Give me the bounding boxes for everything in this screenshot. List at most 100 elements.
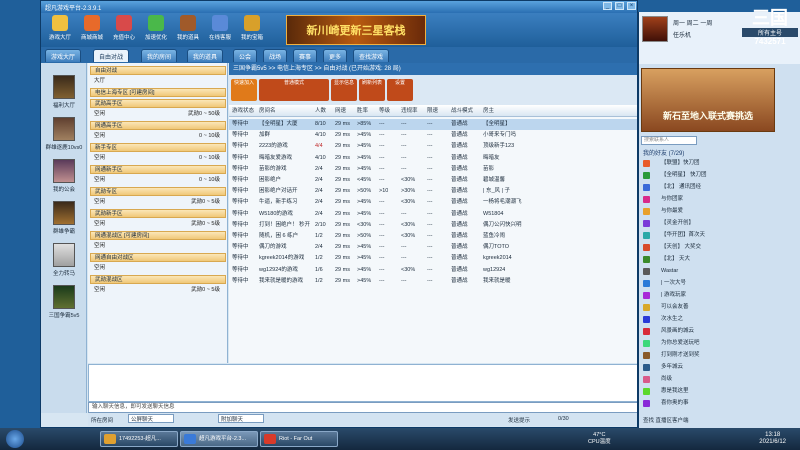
- system-clock[interactable]: 13:18 2021/6/12: [759, 432, 786, 446]
- left-item-qunxiong[interactable]: 群雄逐鹿10vs0: [44, 117, 84, 151]
- zone-header[interactable]: 新手专区: [90, 143, 226, 152]
- left-item-guild[interactable]: 我的公会: [44, 159, 84, 193]
- toolbar-button-recharge[interactable]: 充值中心: [111, 15, 137, 45]
- table-row[interactable]: 等待中 苗影的游戏 2/4 29 ms >45% --- --- --- 普通战 苗影: [229, 164, 637, 175]
- friend-item[interactable]: 可以会友善: [641, 302, 797, 313]
- maximize-button[interactable]: □: [615, 2, 624, 10]
- toolbar-button-chest[interactable]: 我的宝箱: [239, 15, 265, 45]
- friend-item[interactable]: 【天创】 大奖交: [641, 242, 797, 253]
- tab-free-battle[interactable]: 自由对战: [93, 49, 130, 62]
- close-button[interactable]: ×: [627, 2, 636, 10]
- friend-item[interactable]: 打到刚才送到奖: [641, 350, 797, 361]
- friend-item[interactable]: 【北】 通讯团经: [641, 182, 797, 193]
- left-item-welfare[interactable]: 福利大厅: [44, 75, 84, 109]
- table-row[interactable]: 等待中 我来就是暖的游戏 1/2 29 ms >45% --- --- --- 普通战 我来就是暖: [229, 276, 637, 287]
- toolbar-button-boost[interactable]: 加速优化: [143, 15, 169, 45]
- tab-lobby[interactable]: 游戏大厅: [45, 49, 82, 62]
- table-row[interactable]: 等待中 加群 4/10 29 ms >45% --- --- --- 普通战 小哥来专门吗: [229, 130, 637, 141]
- task-app-1[interactable]: 17492253-超凡...: [100, 431, 178, 447]
- zone-header[interactable]: 网通高手区: [90, 121, 226, 130]
- friend-item[interactable]: 【全明星】 快刀团: [641, 170, 797, 181]
- ad-banner[interactable]: 新石至地入联式赛挑选: [641, 68, 775, 132]
- zone-room[interactable]: 空闲: [90, 242, 226, 251]
- col-host[interactable]: 房主: [483, 105, 494, 117]
- table-row[interactable]: 等待中 打到！困绝户！ 秒开 2/10 29 ms <30% --- <30% --- 普通战 偶…: [229, 220, 637, 231]
- tab-guild[interactable]: 公会: [233, 49, 258, 62]
- refresh-list-button[interactable]: 刷新列表: [359, 79, 385, 101]
- avatar[interactable]: [642, 16, 668, 42]
- zone-room[interactable]: 空闲 武勋0 ~ 5级: [90, 198, 226, 207]
- tab-my-room[interactable]: 我的房间: [141, 49, 178, 62]
- friend-item[interactable]: 次水生之: [641, 314, 797, 325]
- zone-header[interactable]: 武勋混战区: [90, 275, 226, 284]
- friend-item[interactable]: 与你最爱: [641, 206, 797, 217]
- left-item-zhengba[interactable]: 群雄争霸: [44, 201, 84, 235]
- show-info-button[interactable]: 显示信息: [331, 79, 357, 101]
- chat-channel-select[interactable]: 公屏聊天: [128, 414, 174, 423]
- friend-item[interactable]: 【北】 天大: [641, 254, 797, 265]
- friend-item[interactable]: 多年城云: [641, 362, 797, 373]
- zone-header[interactable]: 自由对战: [90, 66, 226, 75]
- extra-chat-select[interactable]: 附加聊天: [218, 414, 264, 423]
- friend-item[interactable]: 为你总爱送玩吧: [641, 338, 797, 349]
- tab-more[interactable]: 更多: [323, 49, 348, 62]
- toolbar-button-lobby[interactable]: 游戏大厅: [47, 15, 73, 45]
- table-row[interactable]: 等待中 困影绝户对话开 2/4 29 ms >50% >10 >30% --- 普通战 | 东_风…: [229, 186, 637, 197]
- zone-header[interactable]: 网通混战区 [可建房间]: [90, 231, 226, 240]
- table-row[interactable]: 等待中 晦暗友爱游戏 4/10 29 ms >45% --- --- --- 普通战 晦暗友: [229, 153, 637, 164]
- zone-room[interactable]: 空闲 0 ~ 10级: [90, 132, 226, 141]
- col-battle-mode[interactable]: 战斗模式: [451, 105, 473, 117]
- friend-item[interactable]: 【灵金开创】: [641, 218, 797, 229]
- start-button[interactable]: [6, 430, 24, 448]
- table-row[interactable]: 等待中 W5180的游戏 2/4 29 ms >45% --- --- --- 普通战 W5180…: [229, 209, 637, 220]
- task-app-3[interactable]: Riot - Far Out: [260, 431, 338, 447]
- col-ping[interactable]: 网速: [335, 105, 346, 117]
- friends-header[interactable]: 我的好友 (7/29): [643, 148, 684, 157]
- zone-room[interactable]: 空闲: [90, 264, 226, 273]
- tab-find-game[interactable]: 查找游戏: [353, 49, 390, 62]
- zone-room[interactable]: 大厅: [90, 77, 226, 86]
- table-row[interactable]: 等待中 2223的游戏 4/4 29 ms >45% --- --- --- 普通战 顶级新手12…: [229, 141, 637, 152]
- friend-item[interactable]: 喜你奥的事: [641, 398, 797, 409]
- zone-header[interactable]: 武勋高手区: [90, 99, 226, 108]
- friend-item[interactable]: 风景画的城云: [641, 326, 797, 337]
- table-row[interactable]: 等待中 随机，困 6 练户 1/2 29 ms >50% --- <30% --- 普通战 蓝鱼冷…: [229, 231, 637, 242]
- zone-room[interactable]: 空闲 武勋0 ~ 5级: [90, 220, 226, 229]
- friend-item[interactable]: | 一次大号: [641, 278, 797, 289]
- friend-item[interactable]: 与你团家: [641, 194, 797, 205]
- zone-room[interactable]: 空闲 0 ~ 10级: [90, 176, 226, 185]
- left-item-zhuanma[interactable]: 全力转马: [44, 243, 84, 277]
- col-room-name[interactable]: 房间名: [259, 105, 276, 117]
- tab-my-items[interactable]: 我的道具: [187, 49, 224, 62]
- tab-events[interactable]: 赛事: [293, 49, 318, 62]
- task-app-2[interactable]: 超凡游戏平台-2.3...: [180, 431, 258, 447]
- friend-search-input[interactable]: 搜索联系人: [641, 136, 697, 145]
- zone-header[interactable]: 电信上海专区 [可建房间]: [90, 88, 226, 97]
- friend-item[interactable]: 惠是我这里: [641, 386, 797, 397]
- friend-item[interactable]: 【联盟】快刀团: [641, 158, 797, 169]
- quick-join-button[interactable]: 快速加入: [231, 79, 257, 101]
- zone-room[interactable]: 空闲 武勋0 ~ 5级: [90, 286, 226, 295]
- toolbar-button-items[interactable]: 我的道具: [175, 15, 201, 45]
- table-row[interactable]: 等待中 wg12924的游戏 1/6 29 ms >45% --- <30% --- 普通战 wg…: [229, 265, 637, 276]
- table-row[interactable]: 等待中 kgreek2014的游戏 1/2 29 ms >45% --- --- --- 普通战…: [229, 253, 637, 264]
- bottom-link[interactable]: 查找 直播区客户端: [643, 416, 689, 424]
- col-players[interactable]: 人数: [315, 105, 326, 117]
- toolbar-button-service[interactable]: 在线客服: [207, 15, 233, 45]
- table-row[interactable]: 等待中 牛逼，新手练习 2/4 29 ms >45% --- <30% --- 普通战 一杨将毛潮…: [229, 197, 637, 208]
- mode-button[interactable]: 普通模式: [259, 79, 329, 101]
- left-item-sanguo[interactable]: 三国争霸5v5: [44, 285, 84, 319]
- send-hint-checkbox[interactable]: 发送提示: [508, 416, 530, 424]
- col-winrate[interactable]: 胜率: [357, 105, 368, 117]
- zone-room[interactable]: 空闲 0 ~ 10级: [90, 154, 226, 163]
- col-speed-limit[interactable]: 限速: [427, 105, 438, 117]
- zone-header[interactable]: 武勋新手区: [90, 209, 226, 218]
- zone-header[interactable]: 网通自由对战区: [90, 253, 226, 262]
- zone-header[interactable]: 武勋专区: [90, 187, 226, 196]
- col-violation[interactable]: 违规率: [401, 105, 418, 117]
- table-row[interactable]: 等待中 偶刀的游戏 2/4 29 ms >45% --- --- --- 普通战 偶刀TOTO: [229, 242, 637, 253]
- friend-item[interactable]: Wastar: [641, 266, 797, 277]
- settings-button[interactable]: 设置: [387, 79, 413, 101]
- zone-header[interactable]: 网通新手区: [90, 165, 226, 174]
- zone-room[interactable]: 空闲 武勋0 ~ 50级: [90, 110, 226, 119]
